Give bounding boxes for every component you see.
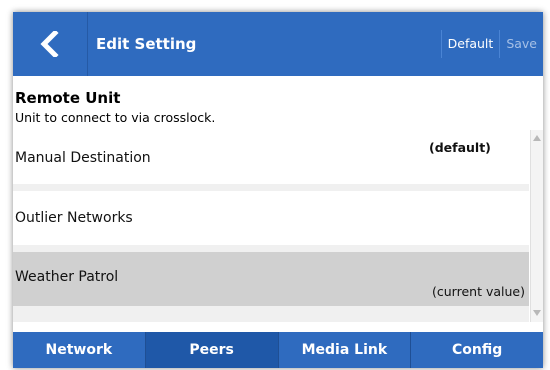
option-manual-destination[interactable]: Manual Destination (default) (13, 130, 529, 184)
bottom-tab-bar: Network Peers Media Link Config (13, 332, 543, 368)
option-label: Manual Destination (15, 150, 151, 166)
tab-config[interactable]: Config (411, 332, 543, 368)
setting-title: Remote Unit (15, 89, 121, 107)
default-button[interactable]: Default (442, 30, 500, 58)
tab-network[interactable]: Network (13, 332, 146, 368)
tab-media-link[interactable]: Media Link (278, 332, 412, 368)
option-label: Weather Patrol (15, 269, 119, 285)
header-actions: Default Save (440, 12, 543, 76)
setting-heading: Remote Unit Unit to connect to via cross… (13, 88, 543, 127)
default-note: (default) (429, 140, 491, 155)
scroll-up-button[interactable] (532, 132, 542, 144)
setting-description: Unit to connect to via crosslock. (15, 110, 216, 125)
back-button[interactable] (13, 12, 88, 76)
option-weather-patrol[interactable]: Weather Patrol (current value) (13, 252, 529, 306)
scroll-down-button[interactable] (532, 307, 542, 319)
header-bar: Edit Setting Default Save (13, 12, 543, 76)
triangle-up-icon (533, 135, 541, 141)
option-outlier-networks[interactable]: Outlier Networks (13, 191, 529, 245)
triangle-down-icon (533, 310, 541, 316)
option-label: Outlier Networks (15, 210, 133, 226)
page-title: Edit Setting (96, 35, 197, 53)
options-list: Manual Destination (default) Outlier Net… (13, 130, 529, 322)
app-window: Edit Setting Default Save Remote Unit Un… (13, 12, 543, 368)
scrollbar[interactable] (530, 130, 543, 322)
save-button[interactable]: Save (500, 30, 543, 58)
current-value-note: (current value) (432, 284, 525, 299)
chevron-left-icon (40, 31, 59, 57)
tab-peers[interactable]: Peers (145, 332, 279, 368)
